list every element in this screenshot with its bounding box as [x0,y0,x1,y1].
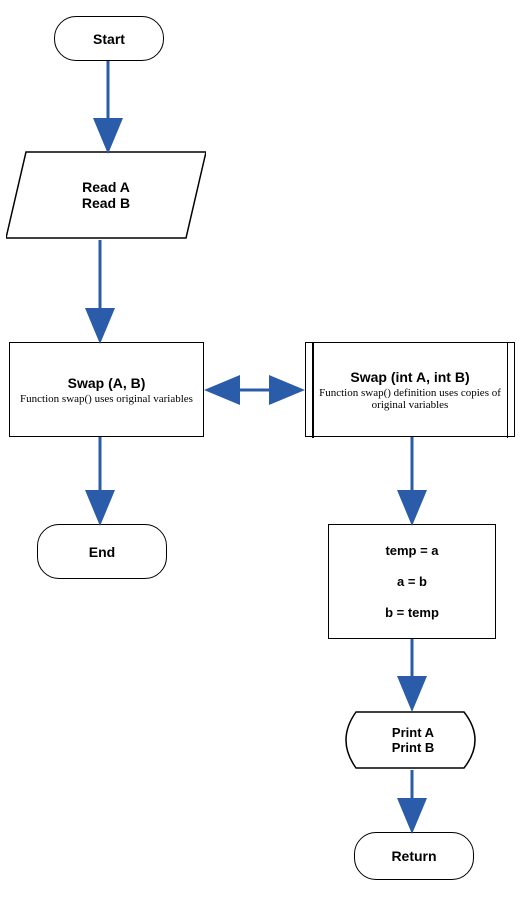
return-label: Return [391,848,436,864]
start-label: Start [93,31,125,47]
assign-line-2: a = b [397,574,427,589]
start-node: Start [54,16,164,61]
end-node: End [37,524,167,579]
swap-call-subtitle: Function swap() uses original variables [14,393,199,405]
read-a-label: Read A [82,179,130,195]
return-node: Return [354,832,474,880]
swap-call-title: Swap (A, B) [68,375,146,391]
read-b-label: Read B [82,195,130,211]
assign-line-1: temp = a [385,543,438,558]
assign-node: temp = a a = b b = temp [328,524,496,639]
swap-def-title: Swap (int A, int B) [350,369,469,385]
end-label: End [89,544,115,560]
assign-line-3: b = temp [385,605,439,620]
swap-def-node: Swap (int A, int B) Function swap() defi… [305,342,515,437]
print-a-label: Print A [392,725,434,740]
print-b-label: Print B [392,740,435,755]
print-node: Print A Print B [338,710,488,770]
swap-def-subtitle: Function swap() definition uses copies o… [306,387,514,411]
read-node: Read A Read B [6,150,206,240]
swap-call-node: Swap (A, B) Function swap() uses origina… [9,342,204,437]
